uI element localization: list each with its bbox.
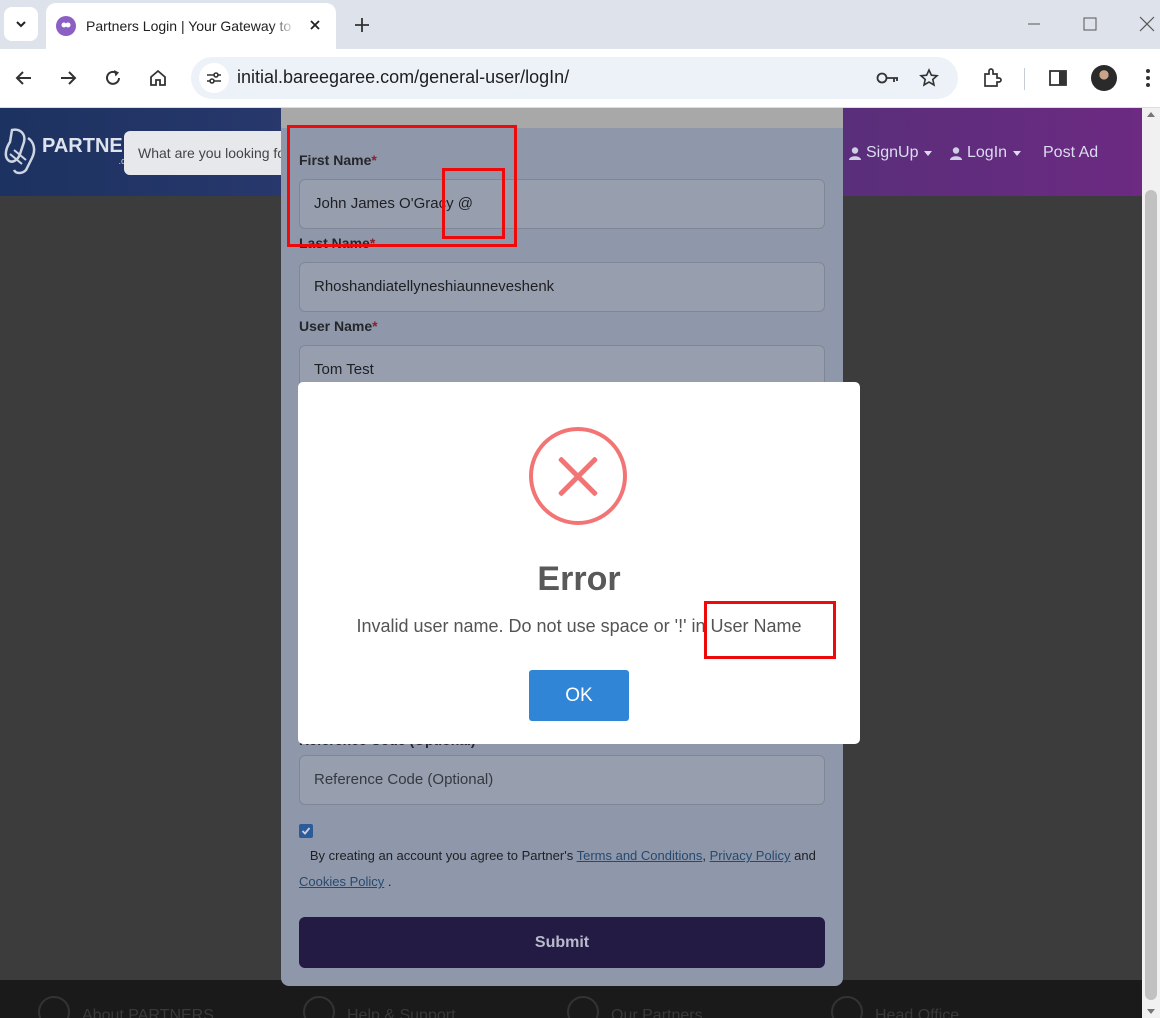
password-key-icon[interactable] (876, 67, 900, 89)
footer-partners[interactable]: Our Partners (567, 996, 703, 1018)
footer-help[interactable]: Help & Support (303, 996, 456, 1018)
handshake-logo-icon (4, 128, 36, 175)
agree-text: By creating an account you agree to Part… (299, 843, 829, 895)
site-info-icon[interactable] (199, 63, 229, 93)
submit-button[interactable]: Submit (299, 917, 825, 968)
partners-icon (567, 996, 599, 1018)
minimize-icon[interactable] (1022, 12, 1046, 36)
address-bar[interactable]: initial.bareegaree.com/general-user/logI… (191, 57, 958, 99)
tab-title: Partners Login | Your Gateway to (86, 18, 292, 34)
annotation-box-user-name-text (704, 601, 836, 659)
site-search-input[interactable]: What are you looking for (124, 131, 294, 175)
error-x-icon (529, 427, 627, 525)
error-title: Error (537, 560, 621, 598)
chevron-down-icon (16, 21, 26, 28)
signup-menu[interactable]: SignUp (849, 144, 933, 162)
last-name-input[interactable]: Rhoshandiatellyneshiaunneveshenk (299, 262, 825, 312)
scroll-down-arrow-icon[interactable] (1147, 1009, 1155, 1014)
location-icon (831, 996, 863, 1018)
error-dialog: Error Invalid user name. Do not use spac… (298, 382, 860, 744)
scroll-up-arrow-icon[interactable] (1147, 112, 1155, 117)
terms-link[interactable]: Terms and Conditions (577, 848, 703, 863)
url-text: initial.bareegaree.com/general-user/logI… (237, 67, 570, 87)
forward-arrow-icon[interactable] (54, 64, 82, 92)
scroll-thumb[interactable] (1145, 190, 1157, 1000)
footer-about-label: About PARTNERS (82, 1007, 214, 1018)
browser-tab-bar: Partners Login | Your Gateway to (0, 0, 1160, 49)
maximize-icon[interactable] (1078, 12, 1102, 36)
reload-icon[interactable] (99, 64, 127, 92)
tab-close-icon[interactable] (306, 16, 324, 34)
user-name-label: User Name* (299, 318, 378, 334)
caret-down-icon (1013, 150, 1022, 156)
toolbar-divider (1024, 68, 1025, 90)
footer-partners-label: Our Partners (611, 1007, 703, 1018)
caret-down-icon (924, 150, 933, 156)
chat-icon (303, 996, 335, 1018)
user-icon (849, 146, 861, 160)
signup-label: SignUp (866, 144, 919, 161)
footer-about[interactable]: About PARTNERS (38, 996, 214, 1018)
bookmark-star-icon[interactable] (917, 67, 941, 89)
back-arrow-icon[interactable] (10, 64, 38, 92)
extensions-icon[interactable] (978, 64, 1006, 92)
and-text: and (794, 848, 816, 863)
page-scrollbar[interactable] (1142, 108, 1160, 1018)
privacy-link[interactable]: Privacy Policy (710, 848, 791, 863)
browser-tab[interactable]: Partners Login | Your Gateway to (46, 3, 336, 49)
agree-prefix: By creating an account you agree to Part… (309, 848, 574, 863)
home-icon[interactable] (144, 64, 172, 92)
browser-menu-icon[interactable] (1134, 64, 1160, 92)
browser-toolbar: initial.bareegaree.com/general-user/logI… (0, 49, 1160, 108)
new-tab-icon[interactable] (350, 13, 374, 37)
reference-code-input[interactable]: Reference Code (Optional) (299, 755, 825, 805)
footer-help-label: Help & Support (347, 1007, 456, 1018)
side-panel-icon[interactable] (1044, 64, 1072, 92)
login-label: LogIn (967, 144, 1008, 161)
cookies-link[interactable]: Cookies Policy (299, 874, 384, 889)
comma-text: , (702, 848, 706, 863)
profile-avatar[interactable] (1091, 65, 1117, 91)
user-icon (950, 146, 962, 160)
ok-button[interactable]: OK (529, 670, 629, 721)
annotation-box-at-symbol (442, 168, 505, 239)
login-menu[interactable]: LogIn (950, 144, 1022, 162)
footer-office-label: Head Office (875, 1007, 960, 1018)
info-icon (38, 996, 70, 1018)
tab-search-button[interactable] (4, 7, 38, 41)
agree-checkbox[interactable] (299, 824, 313, 838)
checkmark-icon (301, 827, 311, 835)
site-favicon-icon (56, 16, 76, 36)
footer-office[interactable]: Head Office (831, 996, 960, 1018)
period-text: . (387, 874, 392, 889)
window-close-icon[interactable] (1135, 12, 1159, 36)
post-ad-link[interactable]: Post Ad (1043, 144, 1098, 162)
